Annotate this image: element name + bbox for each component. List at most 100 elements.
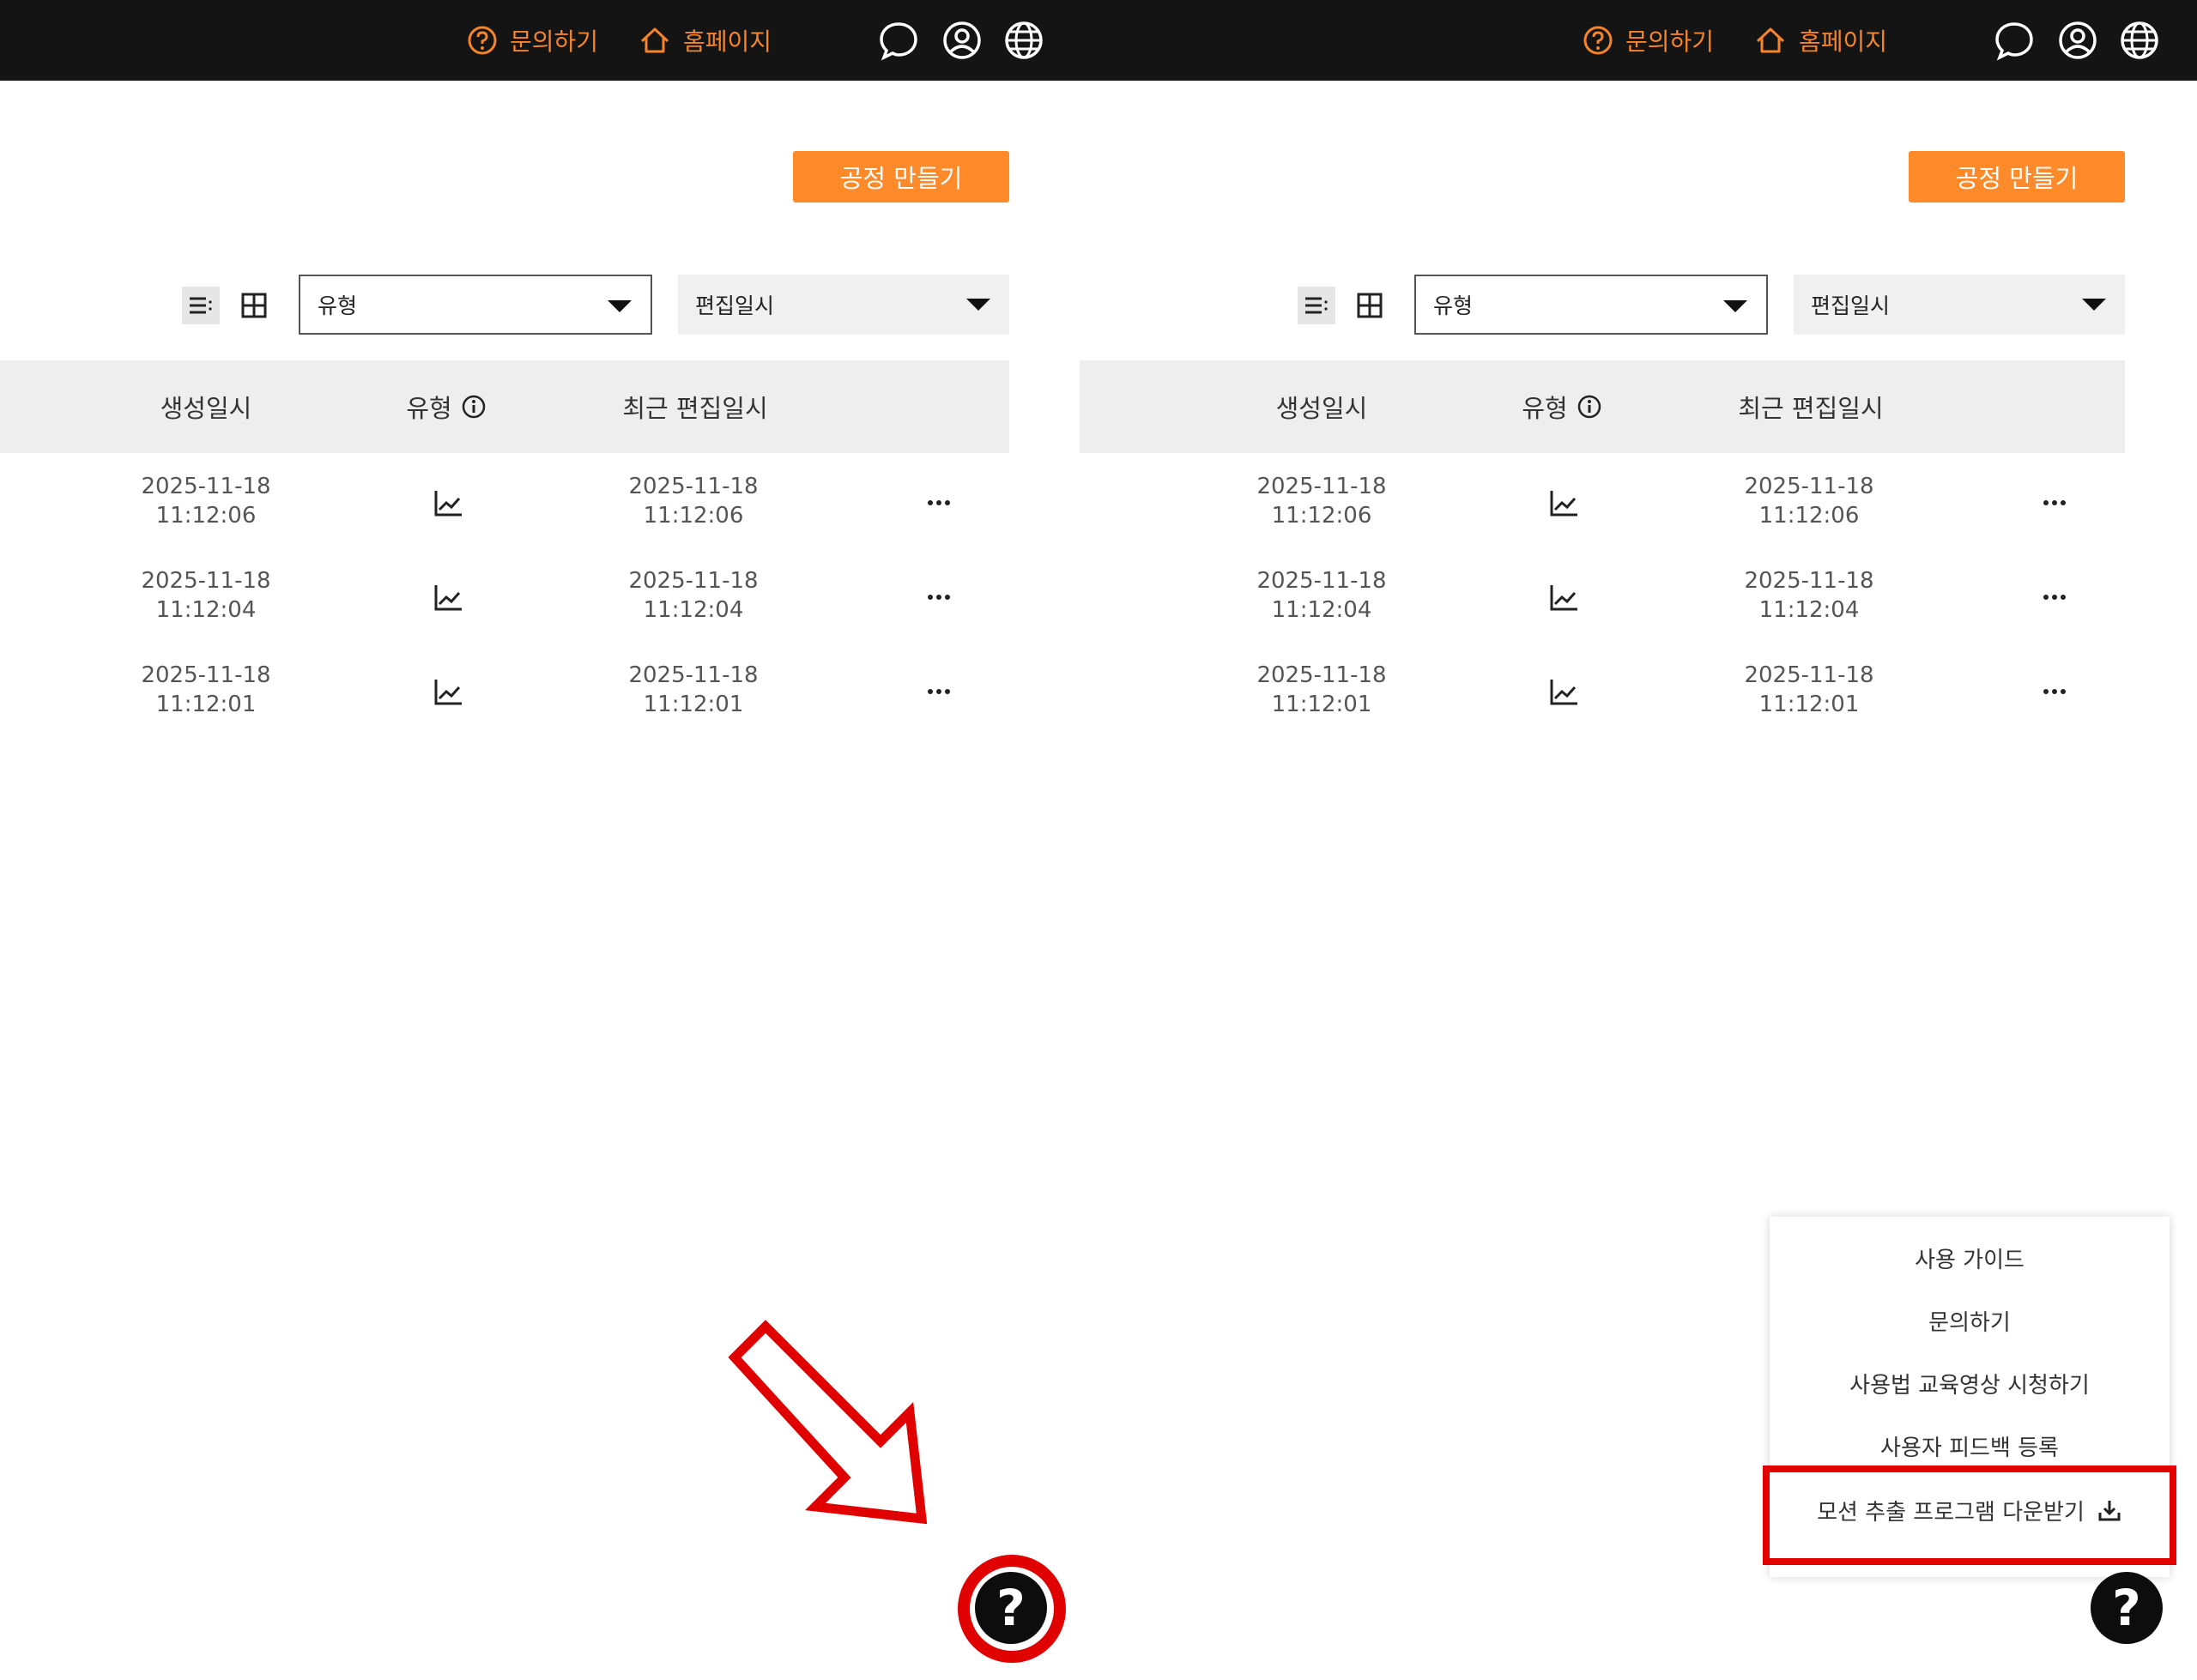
menu-item-user-guide[interactable]: 사용 가이드 [1770, 1232, 2170, 1284]
left-screenshot-panel: 문의하기 홈페이지 공정 만들기 유형 편집일시 생성일시 유형 최근 편집일시 [0, 0, 1080, 1680]
top-navigation-bar: 문의하기 홈페이지 [1080, 0, 2197, 81]
column-type-label: 유형 [406, 394, 452, 423]
help-button[interactable]: ? [2091, 1572, 2163, 1644]
table-row[interactable]: 2025-11-18 11:12:04 2025-11-18 11:12:04 [0, 549, 1009, 644]
edited-date: 2025-11-18 [628, 568, 759, 594]
more-options-icon[interactable] [2037, 494, 2072, 511]
column-created[interactable]: 생성일시 [1236, 360, 1407, 453]
help-button[interactable]: ? [975, 1572, 1047, 1644]
created-datetime: 2025-11-18 11:12:06 [120, 472, 292, 530]
inquiry-link[interactable]: 문의하기 [1583, 19, 1714, 62]
grid-view-button[interactable] [1351, 287, 1389, 324]
homepage-link[interactable]: 홈페이지 [1754, 19, 1887, 62]
top-navigation-bar: 문의하기 홈페이지 [0, 0, 1080, 81]
table-row[interactable]: 2025-11-18 11:12:01 2025-11-18 11:12:01 [0, 644, 1009, 738]
edited-time: 11:12:06 [1758, 503, 1860, 529]
home-icon [640, 27, 669, 53]
created-time: 11:12:01 [1271, 692, 1372, 717]
edited-datetime: 2025-11-18 11:12:01 [608, 661, 779, 719]
language-globe-icon[interactable] [2118, 19, 2161, 62]
list-view-icon [190, 297, 212, 314]
created-datetime: 2025-11-18 11:12:06 [1236, 472, 1407, 530]
homepage-label: 홈페이지 [1799, 27, 1888, 56]
list-view-button[interactable] [182, 287, 220, 324]
list-view-button[interactable] [1298, 287, 1335, 324]
edited-datetime: 2025-11-18 11:12:06 [608, 472, 779, 530]
chat-icon[interactable] [1993, 19, 2036, 62]
chat-icon[interactable] [877, 19, 920, 62]
line-chart-icon [1550, 491, 1577, 517]
language-globe-icon[interactable] [1002, 19, 1045, 62]
column-type-label: 유형 [1522, 394, 1568, 423]
create-process-button[interactable]: 공정 만들기 [793, 151, 1009, 202]
menu-item-inquiry[interactable]: 문의하기 [1770, 1295, 2170, 1346]
table-row[interactable]: 2025-11-18 11:12:06 2025-11-18 11:12:06 [0, 455, 1009, 549]
grid-view-button[interactable] [235, 287, 273, 324]
sort-value: 편집일시 [1811, 293, 1891, 318]
table-header: 생성일시 유형 최근 편집일시 [1080, 360, 2125, 453]
homepage-link[interactable]: 홈페이지 [639, 19, 772, 62]
type-filter-value: 유형 [318, 293, 358, 318]
edited-time: 11:12:06 [643, 503, 744, 529]
more-options-icon[interactable] [2037, 589, 2072, 606]
menu-item-feedback[interactable]: 사용자 피드백 등록 [1770, 1420, 2170, 1472]
grid-view-icon [241, 293, 267, 318]
type-filter-value: 유형 [1433, 293, 1474, 318]
question-circle-icon [468, 26, 497, 55]
menu-item-tutorial-video[interactable]: 사용법 교육영상 시청하기 [1770, 1357, 2170, 1409]
created-datetime: 2025-11-18 11:12:04 [1236, 566, 1407, 625]
question-circle-icon [1583, 26, 1613, 55]
created-date: 2025-11-18 [141, 662, 271, 688]
type-filter-select[interactable]: 유형 [1414, 275, 1768, 335]
more-options-icon[interactable] [2037, 683, 2072, 700]
sort-select[interactable]: 편집일시 [678, 275, 1009, 335]
line-chart-icon [434, 585, 462, 611]
info-icon[interactable] [1577, 394, 1602, 420]
edited-date: 2025-11-18 [1744, 662, 1874, 688]
column-type[interactable]: 유형 [1493, 360, 1631, 453]
account-icon[interactable] [941, 19, 984, 62]
table-row[interactable]: 2025-11-18 11:12:06 2025-11-18 11:12:06 [1080, 455, 2125, 549]
edited-datetime: 2025-11-18 11:12:04 [1723, 566, 1895, 625]
created-date: 2025-11-18 [1256, 474, 1387, 499]
right-screenshot-panel: 문의하기 홈페이지 공정 만들기 유형 편집일시 생성일시 유형 최근 편집일시… [1080, 0, 2197, 1680]
edited-time: 11:12:04 [1758, 597, 1860, 623]
sort-select[interactable]: 편집일시 [1794, 275, 2125, 335]
more-options-icon[interactable] [922, 494, 956, 511]
create-process-button[interactable]: 공정 만들기 [1909, 151, 2125, 202]
column-last-edited[interactable]: 최근 편집일시 [584, 360, 807, 453]
account-icon[interactable] [2056, 19, 2099, 62]
edited-date: 2025-11-18 [628, 474, 759, 499]
created-time: 11:12:04 [155, 597, 257, 623]
line-chart-icon [1550, 680, 1577, 705]
more-options-icon[interactable] [922, 589, 956, 606]
edited-date: 2025-11-18 [1744, 568, 1874, 594]
created-time: 11:12:06 [155, 503, 257, 529]
info-icon[interactable] [461, 394, 487, 420]
column-last-edited[interactable]: 최근 편집일시 [1699, 360, 1922, 453]
created-date: 2025-11-18 [1256, 568, 1387, 594]
edited-date: 2025-11-18 [628, 662, 759, 688]
grid-view-icon [1357, 293, 1383, 318]
inquiry-label: 문의하기 [510, 27, 599, 56]
inquiry-label: 문의하기 [1625, 27, 1715, 56]
more-options-icon[interactable] [922, 683, 956, 700]
annotation-highlight-box [1763, 1465, 2176, 1565]
sort-value: 편집일시 [695, 293, 775, 318]
type-filter-select[interactable]: 유형 [299, 275, 652, 335]
caret-down-icon [2082, 299, 2106, 311]
created-datetime: 2025-11-18 11:12:01 [120, 661, 292, 719]
table-row[interactable]: 2025-11-18 11:12:01 2025-11-18 11:12:01 [1080, 644, 2125, 738]
created-time: 11:12:04 [1271, 597, 1372, 623]
inquiry-link[interactable]: 문의하기 [467, 19, 598, 62]
column-created[interactable]: 생성일시 [120, 360, 292, 453]
edited-date: 2025-11-18 [1744, 474, 1874, 499]
edited-time: 11:12:01 [643, 692, 744, 717]
created-datetime: 2025-11-18 11:12:04 [120, 566, 292, 625]
created-date: 2025-11-18 [141, 474, 271, 499]
line-chart-icon [1550, 585, 1577, 611]
table-row[interactable]: 2025-11-18 11:12:04 2025-11-18 11:12:04 [1080, 549, 2125, 644]
column-type[interactable]: 유형 [378, 360, 515, 453]
created-time: 11:12:06 [1271, 503, 1372, 529]
created-date: 2025-11-18 [141, 568, 271, 594]
